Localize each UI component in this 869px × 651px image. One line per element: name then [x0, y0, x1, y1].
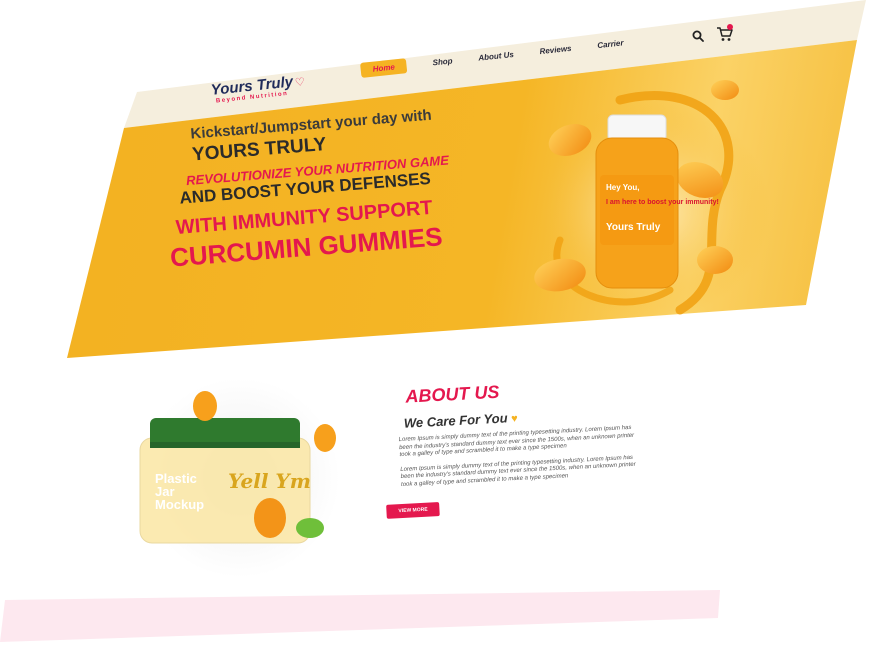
view-more-button[interactable]: VIEW MORE [386, 502, 440, 519]
footer-strip [0, 590, 720, 642]
about-section: ABOUT US We Care For You ♥ Lorem Ipsum i… [380, 374, 646, 519]
nav-reviews[interactable]: Reviews [539, 44, 572, 56]
gummy-jar-mockup: Plastic Jar Mockup Yell Ym [139, 378, 340, 578]
jar-title-3: Mockup [155, 497, 204, 512]
hero-text: Kickstart/Jumpstart your day with YOURS … [160, 101, 510, 273]
about-title: ABOUT US [404, 381, 500, 407]
about-paragraph-1: Lorem Ipsum is simply dummy text of the … [398, 424, 635, 459]
search-icon[interactable] [692, 30, 704, 42]
label-greeting: Hey You, [606, 183, 640, 192]
about-subtitle-text: We Care For You [403, 410, 508, 431]
label-brand: Yours Truly [606, 222, 661, 233]
cart-badge [727, 24, 733, 30]
label-message: I am here to boost your immunity! [606, 199, 719, 206]
nav-about-us[interactable]: About Us [478, 50, 514, 63]
jar-script-text: Yell Ym [228, 469, 311, 493]
heart-icon: ♡ [294, 76, 306, 90]
product-jar-illustration: Hey You, I am here to boost your immunit… [530, 80, 770, 320]
nav-shop[interactable]: Shop [432, 56, 453, 67]
nav-carrier[interactable]: Carrier [597, 38, 624, 50]
about-paragraph-2: Lorem Ipsum is simply dummy text of the … [400, 454, 636, 488]
care-hand-icon: ♥ [510, 412, 519, 426]
